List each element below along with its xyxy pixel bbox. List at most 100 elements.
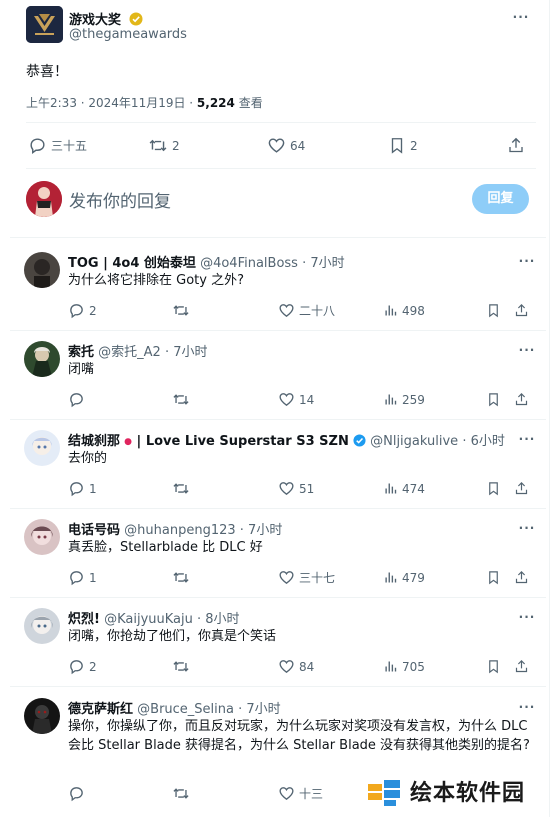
views-action[interactable]: 474 bbox=[383, 480, 425, 497]
reply-author-name[interactable]: 德克萨斯红 bbox=[68, 702, 133, 717]
reply-avatar[interactable] bbox=[24, 519, 60, 555]
reply-time[interactable]: · 7小时 bbox=[302, 256, 345, 271]
like-action[interactable]: 三十七 bbox=[278, 569, 335, 586]
more-options-icon[interactable]: ··· bbox=[518, 433, 536, 445]
reply-avatar[interactable] bbox=[24, 252, 60, 288]
bookmark-action[interactable] bbox=[486, 569, 505, 586]
reply-action[interactable]: 2 bbox=[68, 302, 97, 319]
bookmark-action[interactable] bbox=[486, 391, 505, 408]
like-action[interactable]: 十三 bbox=[278, 785, 323, 802]
reply-action[interactable]: 1 bbox=[68, 569, 97, 586]
bookmark-action[interactable] bbox=[486, 658, 505, 675]
reply-avatar[interactable] bbox=[24, 341, 60, 377]
views-action[interactable]: 705 bbox=[383, 658, 425, 675]
like-action[interactable]: 二十八 bbox=[278, 302, 335, 319]
share-action[interactable] bbox=[514, 658, 533, 675]
share-action[interactable] bbox=[514, 569, 533, 586]
retweet-action[interactable] bbox=[172, 480, 194, 497]
views-action[interactable]: 259 bbox=[383, 391, 425, 408]
reply-action[interactable] bbox=[68, 391, 89, 408]
more-options-icon[interactable]: ··· bbox=[518, 522, 536, 534]
reply-action[interactable] bbox=[68, 785, 89, 802]
retweet-action[interactable] bbox=[172, 569, 194, 586]
author-handle[interactable]: @thegameawards bbox=[69, 27, 187, 42]
bookmark-action[interactable] bbox=[486, 480, 505, 497]
reply-author-name[interactable]: 索托 bbox=[68, 345, 94, 360]
retweet-action[interactable] bbox=[172, 302, 194, 319]
bookmark-action[interactable]: 2 bbox=[388, 136, 418, 155]
reply-action[interactable]: 三十五 bbox=[28, 136, 87, 155]
reply-author-handle[interactable]: @4o4FinalBoss bbox=[200, 256, 298, 271]
heart-icon bbox=[268, 138, 285, 153]
retweet-action[interactable]: 2 bbox=[148, 136, 180, 155]
red-dot-icon: ● bbox=[124, 437, 133, 447]
reply-time[interactable]: · 8小时 bbox=[197, 612, 240, 627]
post-actions: 三十五 2 64 2 bbox=[26, 136, 532, 158]
reply-button[interactable]: 回复 bbox=[472, 184, 529, 214]
more-options-icon[interactable]: ··· bbox=[518, 344, 536, 356]
reply-time[interactable]: · 7小时 bbox=[165, 345, 208, 360]
retweet-action[interactable] bbox=[172, 785, 194, 802]
reply-action[interactable]: 1 bbox=[68, 480, 97, 497]
more-options-icon[interactable]: ··· bbox=[512, 11, 530, 23]
analytics-icon bbox=[385, 483, 397, 494]
share-action[interactable] bbox=[514, 391, 533, 408]
views-action[interactable]: 479 bbox=[383, 569, 425, 586]
reply-author-handle[interactable]: @KaijyuuKaju bbox=[104, 612, 193, 627]
reply-author-handle[interactable]: @Bruce_Selina bbox=[137, 702, 234, 717]
reply-avatar[interactable] bbox=[24, 608, 60, 644]
author-name[interactable]: 游戏大奖 bbox=[69, 13, 121, 28]
share-action[interactable] bbox=[514, 302, 533, 319]
like-action[interactable]: 84 bbox=[278, 658, 314, 675]
reply-author-name[interactable]: 电话号码 bbox=[68, 523, 120, 538]
post-header: 游戏大奖 @thegameawards ··· bbox=[26, 6, 536, 46]
reply-avatar[interactable] bbox=[24, 430, 60, 466]
like-action[interactable]: 64 bbox=[267, 136, 305, 155]
reply-time[interactable]: · 7小时 bbox=[240, 523, 283, 538]
reply-author-name-suffix[interactable]: | Love Live Superstar S3 SZN bbox=[132, 434, 349, 449]
reply-author-handle[interactable]: @huhanpeng123 bbox=[124, 523, 235, 538]
retweet-icon bbox=[173, 305, 189, 316]
share-action[interactable] bbox=[507, 136, 529, 155]
reply-author-name[interactable]: TOG | 4o4 创始泰坦 bbox=[68, 256, 196, 271]
reply-author-handle[interactable]: @索托_A2 bbox=[98, 345, 161, 360]
post-timestamp[interactable]: 上午2:33 · 2024年11月19日 · bbox=[26, 96, 197, 110]
divider bbox=[10, 597, 546, 598]
bookmark-count: 2 bbox=[410, 138, 418, 153]
more-options-icon[interactable]: ··· bbox=[518, 701, 536, 713]
reply-header: 炽烈! @KaijyuuKaju · 8小时 bbox=[68, 608, 240, 627]
bookmark-action[interactable] bbox=[486, 302, 505, 319]
more-options-icon[interactable]: ··· bbox=[518, 255, 536, 267]
like-count: 十三 bbox=[299, 787, 324, 801]
reply-time[interactable]: · 6小时 bbox=[462, 434, 505, 449]
author-avatar[interactable] bbox=[26, 6, 63, 43]
reply-time[interactable]: · 7小时 bbox=[238, 702, 281, 717]
like-action[interactable]: 51 bbox=[278, 480, 314, 497]
reply-icon bbox=[70, 304, 83, 319]
reply-author-handle[interactable]: @Nljigakulive bbox=[370, 434, 458, 449]
my-avatar[interactable] bbox=[26, 181, 62, 217]
view-count: 259 bbox=[402, 392, 425, 407]
retweet-action[interactable] bbox=[172, 391, 194, 408]
reply-header: 电话号码 @huhanpeng123 · 7小时 bbox=[68, 519, 282, 538]
reply-author-name[interactable]: 结城刹那 bbox=[68, 434, 120, 449]
reply-input[interactable]: 发布你的回复 bbox=[69, 187, 171, 212]
heart-icon bbox=[279, 482, 294, 495]
reply-text: 去你的 bbox=[68, 451, 108, 466]
reply-author-name[interactable]: 炽烈! bbox=[68, 612, 100, 627]
retweet-count: 2 bbox=[172, 138, 180, 153]
reply-text: 闭嘴，你抢劫了他们，你真是个笑话 bbox=[68, 629, 277, 644]
share-icon bbox=[515, 482, 528, 495]
bookmark-icon bbox=[391, 138, 403, 154]
reply-icon bbox=[30, 138, 45, 155]
retweet-icon bbox=[149, 139, 167, 152]
like-action[interactable]: 14 bbox=[278, 391, 314, 408]
reply-icon bbox=[70, 660, 83, 675]
views-action[interactable]: 498 bbox=[383, 302, 425, 319]
share-action[interactable] bbox=[514, 480, 533, 497]
reply-action[interactable]: 2 bbox=[68, 658, 97, 675]
more-options-icon[interactable]: ··· bbox=[518, 611, 536, 623]
reply-avatar[interactable] bbox=[24, 698, 60, 734]
reply-count: 1 bbox=[89, 570, 97, 585]
retweet-action[interactable] bbox=[172, 658, 194, 675]
